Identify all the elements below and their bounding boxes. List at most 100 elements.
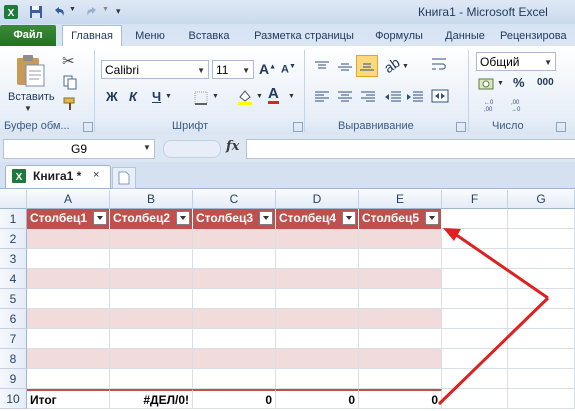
table-cell[interactable] bbox=[110, 269, 193, 289]
redo-dropdown-icon[interactable]: ▼ bbox=[102, 6, 109, 13]
shrink-font-icon[interactable]: A▼ bbox=[281, 63, 296, 76]
table-cell[interactable] bbox=[27, 229, 110, 249]
tab-menu[interactable]: Меню bbox=[128, 26, 172, 46]
paste-button-label[interactable]: Вставить bbox=[8, 91, 55, 103]
font-color-icon[interactable]: A bbox=[268, 86, 279, 104]
alignment-launcher-icon[interactable] bbox=[456, 122, 466, 132]
tab-data[interactable]: Данные bbox=[438, 26, 492, 46]
row-header[interactable]: 9 bbox=[0, 369, 27, 389]
table-header-cell[interactable]: Столбец3 bbox=[193, 209, 276, 229]
borders-icon[interactable] bbox=[193, 90, 209, 106]
row-header[interactable]: 3 bbox=[0, 249, 27, 269]
comma-style-button[interactable]: 000 bbox=[537, 77, 554, 88]
sheet-cell[interactable] bbox=[508, 269, 575, 289]
paste-dropdown-icon[interactable]: ▼ bbox=[24, 104, 32, 113]
underline-button[interactable]: Ч bbox=[152, 89, 161, 104]
table-cell[interactable] bbox=[27, 329, 110, 349]
tab-formulas[interactable]: Формулы bbox=[368, 26, 430, 46]
sheet-cell[interactable] bbox=[508, 369, 575, 389]
name-box[interactable]: G9 bbox=[3, 139, 155, 159]
total-row-cell[interactable]: Итог bbox=[27, 389, 110, 409]
select-all-corner[interactable] bbox=[0, 190, 27, 209]
sheet-cell[interactable] bbox=[442, 329, 508, 349]
fill-color-icon[interactable] bbox=[236, 88, 254, 106]
percent-style-button[interactable]: % bbox=[513, 75, 525, 90]
row-header[interactable]: 5 bbox=[0, 289, 27, 309]
formula-bar-divider-handle[interactable] bbox=[163, 140, 221, 158]
insert-function-button[interactable]: fx bbox=[226, 139, 239, 154]
table-cell[interactable] bbox=[276, 229, 359, 249]
paste-icon[interactable] bbox=[14, 54, 46, 88]
sheet-cell[interactable] bbox=[508, 309, 575, 329]
sheet-cell[interactable] bbox=[442, 369, 508, 389]
font-color-dropdown-icon[interactable]: ▼ bbox=[288, 93, 295, 100]
excel-app-icon[interactable]: X bbox=[3, 4, 19, 20]
sheet-cell[interactable] bbox=[442, 289, 508, 309]
column-header[interactable]: A bbox=[27, 190, 110, 209]
italic-button[interactable]: К bbox=[129, 89, 137, 104]
sheet-cell[interactable] bbox=[508, 349, 575, 369]
table-cell[interactable] bbox=[110, 249, 193, 269]
table-cell[interactable] bbox=[27, 369, 110, 389]
decrease-decimal-icon[interactable]: ,00→0 bbox=[510, 98, 532, 112]
sheet-cell[interactable] bbox=[508, 229, 575, 249]
table-cell[interactable] bbox=[27, 269, 110, 289]
table-cell[interactable] bbox=[110, 289, 193, 309]
font-size-combo[interactable]: 11 ▼ bbox=[212, 60, 254, 79]
tab-review[interactable]: Рецензирова bbox=[500, 26, 575, 46]
copy-icon[interactable] bbox=[62, 74, 78, 90]
table-cell[interactable] bbox=[193, 349, 276, 369]
underline-dropdown-icon[interactable]: ▼ bbox=[165, 93, 172, 100]
align-center-icon[interactable] bbox=[337, 90, 353, 104]
font-launcher-icon[interactable] bbox=[293, 122, 303, 132]
table-cell[interactable] bbox=[359, 229, 442, 249]
table-cell[interactable] bbox=[27, 289, 110, 309]
sheet-cell[interactable] bbox=[442, 229, 508, 249]
table-cell[interactable] bbox=[193, 289, 276, 309]
table-cell[interactable] bbox=[193, 309, 276, 329]
row-header[interactable]: 7 bbox=[0, 329, 27, 349]
tab-page-layout[interactable]: Разметка страницы bbox=[246, 26, 362, 46]
align-right-icon[interactable] bbox=[360, 90, 376, 104]
number-launcher-icon[interactable] bbox=[556, 122, 566, 132]
text-orientation-icon[interactable]: ab bbox=[381, 54, 403, 76]
increase-decimal-icon[interactable]: ←0,00 bbox=[483, 98, 505, 112]
total-row-cell[interactable]: 0 bbox=[193, 389, 276, 409]
sheet-cell[interactable] bbox=[442, 249, 508, 269]
table-cell[interactable] bbox=[110, 309, 193, 329]
number-format-combo[interactable]: Общий ▼ bbox=[476, 52, 556, 71]
sheet-cell[interactable] bbox=[508, 389, 575, 409]
table-cell[interactable] bbox=[193, 229, 276, 249]
align-bottom-button[interactable] bbox=[356, 55, 378, 77]
row-header[interactable]: 6 bbox=[0, 309, 27, 329]
save-icon[interactable] bbox=[28, 4, 44, 20]
font-name-combo[interactable]: Calibri ▼ bbox=[101, 60, 209, 79]
format-painter-icon[interactable] bbox=[62, 96, 78, 112]
table-cell[interactable] bbox=[276, 349, 359, 369]
decrease-indent-icon[interactable] bbox=[384, 90, 402, 104]
table-cell[interactable] bbox=[276, 249, 359, 269]
filter-dropdown-icon[interactable] bbox=[259, 211, 273, 225]
table-cell[interactable] bbox=[193, 329, 276, 349]
sheet-cell[interactable] bbox=[442, 349, 508, 369]
new-workbook-tab-button[interactable] bbox=[112, 167, 136, 189]
table-cell[interactable] bbox=[276, 269, 359, 289]
table-cell[interactable] bbox=[276, 309, 359, 329]
table-header-cell[interactable]: Столбец5 bbox=[359, 209, 442, 229]
table-cell[interactable] bbox=[27, 349, 110, 369]
sheet-cell[interactable] bbox=[442, 269, 508, 289]
name-box-dropdown-icon[interactable]: ▼ bbox=[143, 143, 151, 152]
table-cell[interactable] bbox=[359, 269, 442, 289]
table-cell[interactable] bbox=[359, 349, 442, 369]
align-left-icon[interactable] bbox=[314, 90, 330, 104]
close-icon[interactable]: × bbox=[93, 169, 99, 181]
table-cell[interactable] bbox=[359, 289, 442, 309]
filter-dropdown-icon[interactable] bbox=[93, 211, 107, 225]
row-header[interactable]: 10 bbox=[0, 389, 27, 409]
currency-dropdown-icon[interactable]: ▼ bbox=[497, 80, 504, 87]
total-row-cell[interactable]: 0 bbox=[359, 389, 442, 409]
tab-file[interactable]: Файл bbox=[0, 25, 56, 46]
column-header[interactable]: F bbox=[442, 190, 508, 209]
table-cell[interactable] bbox=[110, 229, 193, 249]
row-header[interactable]: 2 bbox=[0, 229, 27, 249]
